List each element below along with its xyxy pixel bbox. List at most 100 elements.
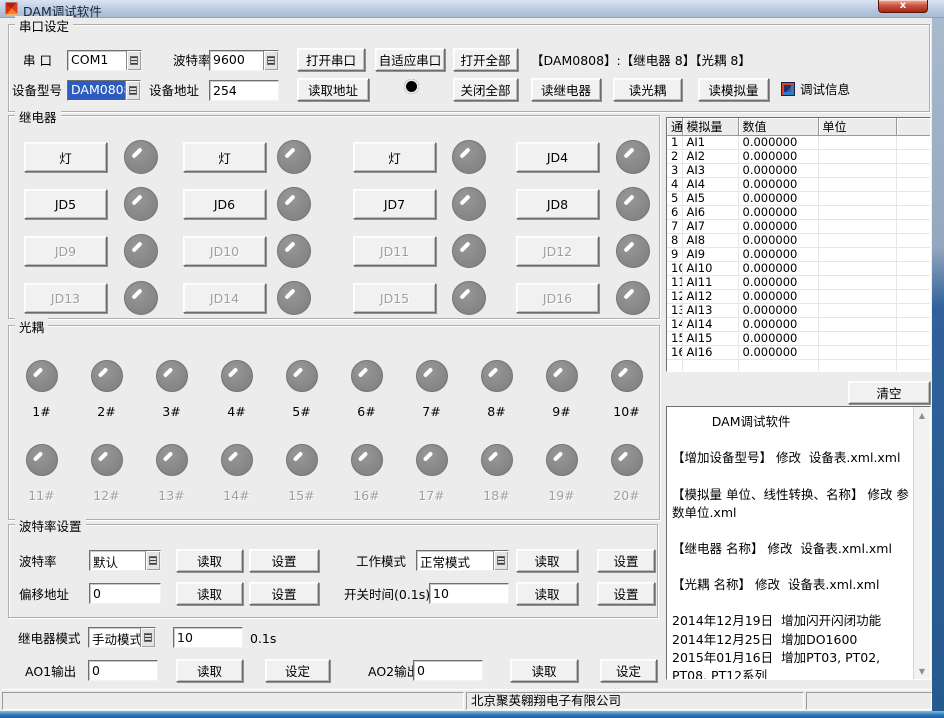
dropdown-button[interactable] [263, 51, 278, 70]
switch-time-read-button[interactable]: 读取 [516, 582, 578, 605]
relay-button-5[interactable]: JD5 [24, 189, 107, 219]
opto-indicator-knob-13 [156, 444, 188, 476]
relay-time-input[interactable] [173, 627, 243, 648]
ao1-set-button[interactable]: 设定 [265, 659, 330, 682]
ao2-input[interactable] [413, 660, 483, 681]
open-serial-button[interactable]: 打开串口 [297, 48, 365, 71]
opto-indicator-knob-12 [91, 444, 123, 476]
work-mode-label: 工作模式 [356, 554, 406, 570]
opto-channel-label-20: 20# [613, 488, 639, 504]
relay-group: 继电器 灯灯灯JD4JD5JD6JD7JD8JD9JD10JD11JD12JD1… [8, 115, 660, 319]
offset-input[interactable] [89, 583, 161, 604]
switch-time-input[interactable] [429, 583, 509, 604]
relay-button-1[interactable]: 灯 [24, 142, 107, 172]
analog-col-header-2: 模拟量 [682, 118, 738, 136]
relay-button-4[interactable]: JD4 [516, 142, 599, 172]
ao2-read-button[interactable]: 读取 [510, 659, 578, 682]
work-mode-combobox[interactable]: 正常模式 [416, 550, 509, 571]
device-address-input[interactable] [209, 80, 279, 101]
relay-indicator-knob-13 [124, 281, 158, 315]
offset-read-button[interactable]: 读取 [176, 582, 243, 605]
read-analog-button[interactable]: 读模拟量 [698, 78, 769, 101]
relay-indicator-knob-11 [452, 234, 486, 268]
close-button[interactable]: x [878, 0, 928, 13]
analog-row: 14AI140.000000 [667, 318, 931, 332]
relay-indicator-knob-5 [124, 187, 158, 221]
relay-button-6[interactable]: JD6 [183, 189, 266, 219]
relay-button-11: JD11 [353, 236, 436, 266]
relay-mode-combobox[interactable]: 手动模式 [88, 627, 156, 648]
offset-label: 偏移地址 [19, 587, 69, 603]
analog-col-header-5 [896, 118, 931, 136]
title-bar[interactable]: DAM调试软件 [0, 0, 944, 18]
dropdown-button[interactable] [145, 551, 160, 570]
switch-time-set-button[interactable]: 设置 [597, 582, 655, 605]
addr-label: 设备地址 [149, 83, 199, 99]
baud-set-button[interactable]: 设置 [249, 549, 319, 572]
relay-button-7[interactable]: JD7 [353, 189, 436, 219]
dropdown-icon [267, 56, 275, 65]
opto-indicator-knob-14 [221, 444, 253, 476]
relay-button-2[interactable]: 灯 [183, 142, 266, 172]
analog-row: 7AI70.000000 [667, 220, 931, 234]
opto-channel-label-7: 7# [422, 404, 440, 420]
relay-button-8[interactable]: JD8 [516, 189, 599, 219]
debug-info-toggle[interactable]: 调试信息 [781, 79, 850, 98]
analog-row: 3AI30.000000 [667, 164, 931, 178]
status-panel-company: 北京聚英翱翔电子有限公司 [466, 692, 804, 710]
relay-button-3[interactable]: 灯 [353, 142, 436, 172]
serial-group-title: 串口设定 [15, 16, 73, 35]
analog-col-header-1: 通 [667, 118, 682, 136]
opto-channel-5: 5# [269, 360, 334, 420]
log-scrollbar[interactable]: ▲ ▼ [913, 407, 930, 679]
scroll-up-icon[interactable]: ▲ [914, 407, 930, 423]
analog-row-empty [667, 360, 931, 373]
relay-indicator-knob-15 [452, 281, 486, 315]
opto-channel-label-6: 6# [357, 404, 375, 420]
opto-indicator-knob-1 [26, 360, 58, 392]
read-address-button[interactable]: 读取地址 [297, 78, 369, 101]
opto-channel-6: 6# [334, 360, 399, 420]
offset-set-button[interactable]: 设置 [249, 582, 319, 605]
app-window: DAM调试软件 x 串口设定 串 口 COM1 波特率 9600 打开串口 自适… [0, 0, 944, 718]
ao1-input[interactable] [88, 660, 158, 681]
relay-button-9: JD9 [24, 236, 107, 266]
scroll-down-icon[interactable]: ▼ [914, 663, 930, 679]
analog-table: 通模拟量数值单位 1AI10.0000002AI20.0000003AI30.0… [667, 118, 931, 372]
dropdown-button[interactable] [125, 81, 140, 100]
model-combobox[interactable]: DAM0808 [67, 80, 141, 101]
opto-channel-14: 14# [204, 444, 269, 504]
relay-indicator-knob-4 [616, 140, 650, 174]
relay-button-12: JD12 [516, 236, 599, 266]
opto-channel-9: 9# [529, 360, 594, 420]
relay-indicator-knob-1 [124, 140, 158, 174]
opto-indicator-knob-4 [221, 360, 253, 392]
baud2-combobox[interactable]: 默认 [89, 550, 161, 571]
baud-read-button[interactable]: 读取 [176, 549, 243, 572]
close-all-button[interactable]: 关闭全部 [453, 78, 518, 101]
read-relay-button[interactable]: 读继电器 [531, 78, 601, 101]
baud-combobox[interactable]: 9600 [209, 50, 279, 71]
opto-channel-label-8: 8# [487, 404, 505, 420]
dropdown-button[interactable] [493, 551, 508, 570]
opto-channel-10: 10# [594, 360, 659, 420]
work-mode-set-button[interactable]: 设置 [597, 549, 655, 572]
dropdown-icon [144, 633, 152, 642]
clear-button[interactable]: 清空 [848, 381, 930, 404]
ao1-read-button[interactable]: 读取 [176, 659, 243, 682]
analog-row: 8AI80.000000 [667, 234, 931, 248]
open-all-button[interactable]: 打开全部 [453, 48, 518, 71]
work-mode-value: 正常模式 [417, 551, 493, 570]
port-combobox[interactable]: COM1 [67, 50, 142, 71]
adaptive-serial-button[interactable]: 自适应串口 [375, 48, 445, 71]
opto-channel-label-13: 13# [158, 488, 184, 504]
dropdown-button[interactable] [140, 628, 155, 647]
dropdown-icon [497, 556, 505, 565]
opto-channel-label-18: 18# [483, 488, 509, 504]
opto-channel-label-14: 14# [223, 488, 249, 504]
read-opto-button[interactable]: 读光耦 [613, 78, 682, 101]
work-mode-read-button[interactable]: 读取 [516, 549, 578, 572]
ao2-set-button[interactable]: 设定 [600, 659, 657, 682]
opto-channel-label-15: 15# [288, 488, 314, 504]
dropdown-button[interactable] [126, 51, 141, 70]
